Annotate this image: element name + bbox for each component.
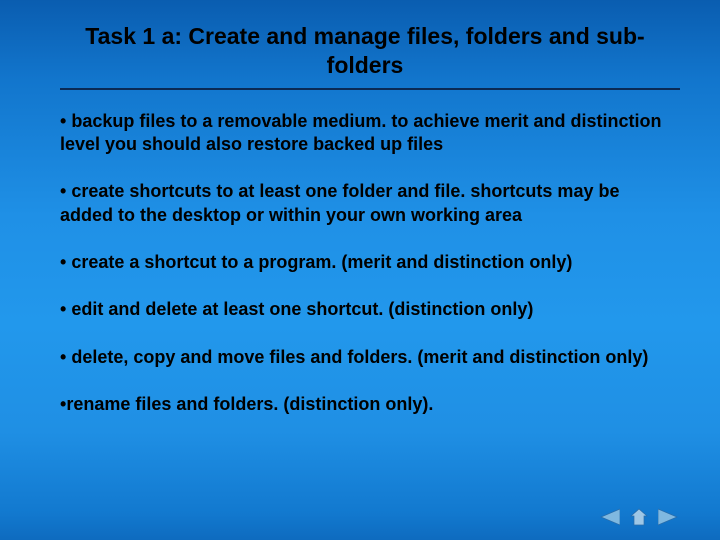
bullet-text: create a shortcut to a program. (merit a… bbox=[71, 252, 572, 272]
arrow-left-icon bbox=[598, 508, 620, 526]
list-item: • backup files to a removable medium. to… bbox=[60, 110, 670, 157]
bullet-icon: • bbox=[60, 111, 66, 131]
arrow-right-icon bbox=[658, 508, 680, 526]
bullet-icon: • bbox=[60, 181, 66, 201]
home-icon bbox=[630, 508, 648, 526]
list-item: • create a shortcut to a program. (merit… bbox=[60, 251, 670, 274]
bullet-icon: • bbox=[60, 347, 66, 367]
bullet-text: delete, copy and move files and folders.… bbox=[71, 347, 648, 367]
bullet-text: edit and delete at least one shortcut. (… bbox=[71, 299, 533, 319]
list-item: • create shortcuts to at least one folde… bbox=[60, 180, 670, 227]
bullet-icon: • bbox=[60, 299, 66, 319]
bullet-text: backup files to a removable medium. to a… bbox=[60, 111, 661, 154]
bullet-list: • backup files to a removable medium. to… bbox=[60, 110, 670, 417]
slide: Task 1 a: Create and manage files, folde… bbox=[0, 0, 720, 540]
next-button[interactable] bbox=[658, 508, 680, 526]
slide-title: Task 1 a: Create and manage files, folde… bbox=[60, 22, 670, 80]
bullet-text: rename files and folders. (distinction o… bbox=[66, 394, 433, 414]
bullet-text: create shortcuts to at least one folder … bbox=[60, 181, 619, 224]
list-item: • edit and delete at least one shortcut.… bbox=[60, 298, 670, 321]
list-item: •rename files and folders. (distinction … bbox=[60, 393, 670, 416]
prev-button[interactable] bbox=[598, 508, 620, 526]
home-button[interactable] bbox=[630, 508, 648, 526]
list-item: • delete, copy and move files and folder… bbox=[60, 346, 670, 369]
title-underline bbox=[60, 88, 680, 90]
nav-controls bbox=[598, 508, 680, 526]
bullet-icon: • bbox=[60, 252, 66, 272]
